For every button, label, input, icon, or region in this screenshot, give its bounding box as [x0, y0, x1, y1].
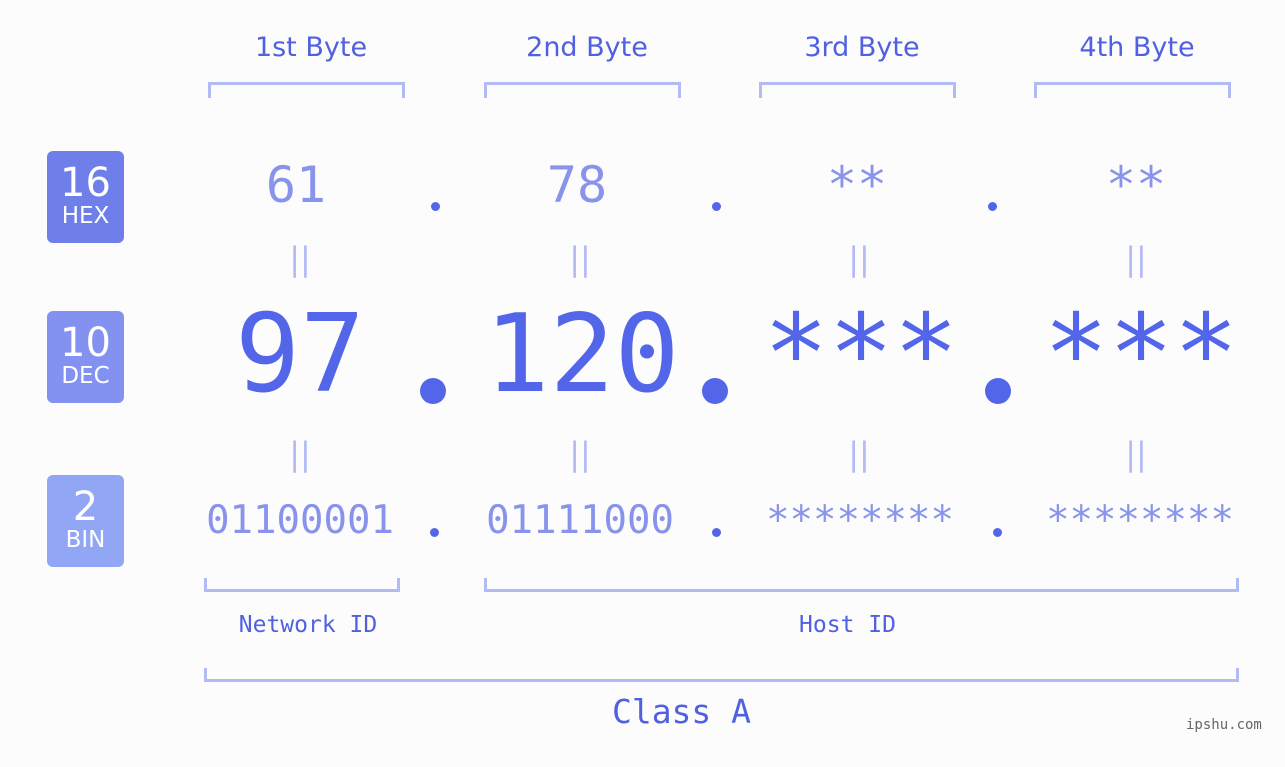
- dec-byte-1: 97: [234, 292, 366, 417]
- class-label: Class A: [611, 692, 752, 731]
- watermark: ipshu.com: [1186, 717, 1262, 733]
- equals-sign: ||: [1125, 435, 1147, 473]
- header-byte-2: 2nd Byte: [526, 32, 648, 63]
- dec-badge-number: 10: [60, 320, 111, 366]
- network-id-bracket: [204, 578, 400, 592]
- bin-dot-2: [712, 528, 721, 537]
- header-byte-3: 3rd Byte: [804, 32, 920, 63]
- dec-badge: 10 DEC: [47, 311, 124, 403]
- equals-sign: ||: [569, 240, 591, 278]
- bin-byte-2: 01111000: [486, 498, 674, 543]
- hex-badge-label: HEX: [61, 203, 110, 229]
- hex-byte-4: **: [1105, 156, 1167, 214]
- hex-dot-3: [988, 202, 997, 211]
- network-id-label: Network ID: [238, 612, 378, 638]
- hex-byte-2: 78: [546, 156, 608, 214]
- dec-byte-3: ***: [763, 292, 959, 417]
- bin-badge-number: 2: [72, 484, 99, 530]
- bin-badge-label: BIN: [65, 527, 106, 553]
- bracket-byte-1: [208, 82, 405, 98]
- dec-dot-1: [420, 378, 446, 404]
- dec-badge-label: DEC: [61, 363, 110, 389]
- equals-sign: ||: [289, 435, 311, 473]
- bin-badge: 2 BIN: [47, 475, 124, 567]
- host-id-bracket: [484, 578, 1239, 592]
- equals-sign: ||: [848, 435, 870, 473]
- dec-byte-4: ***: [1043, 292, 1239, 417]
- class-bracket: [204, 668, 1239, 682]
- hex-dot-1: [431, 202, 440, 211]
- equals-sign: ||: [569, 435, 591, 473]
- equals-sign: ||: [848, 240, 870, 278]
- bin-byte-3: ********: [766, 498, 954, 543]
- hex-badge: 16 HEX: [47, 151, 124, 243]
- dec-dot-2: [702, 378, 728, 404]
- hex-badge-number: 16: [60, 160, 111, 206]
- equals-sign: ||: [289, 240, 311, 278]
- bracket-byte-2: [484, 82, 681, 98]
- bin-dot-1: [430, 528, 439, 537]
- header-byte-1: 1st Byte: [254, 32, 368, 63]
- bin-byte-1: 01100001: [206, 498, 394, 543]
- host-id-label: Host ID: [799, 612, 896, 638]
- hex-byte-1: 61: [265, 156, 327, 214]
- bracket-byte-3: [759, 82, 956, 98]
- header-byte-4: 4th Byte: [1079, 32, 1195, 63]
- bin-byte-4: ********: [1046, 498, 1234, 543]
- hex-byte-3: **: [826, 156, 888, 214]
- dec-byte-2: 120: [484, 292, 680, 417]
- hex-dot-2: [712, 202, 721, 211]
- bin-dot-3: [993, 528, 1002, 537]
- equals-sign: ||: [1125, 240, 1147, 278]
- dec-dot-3: [985, 378, 1011, 404]
- bracket-byte-4: [1034, 82, 1231, 98]
